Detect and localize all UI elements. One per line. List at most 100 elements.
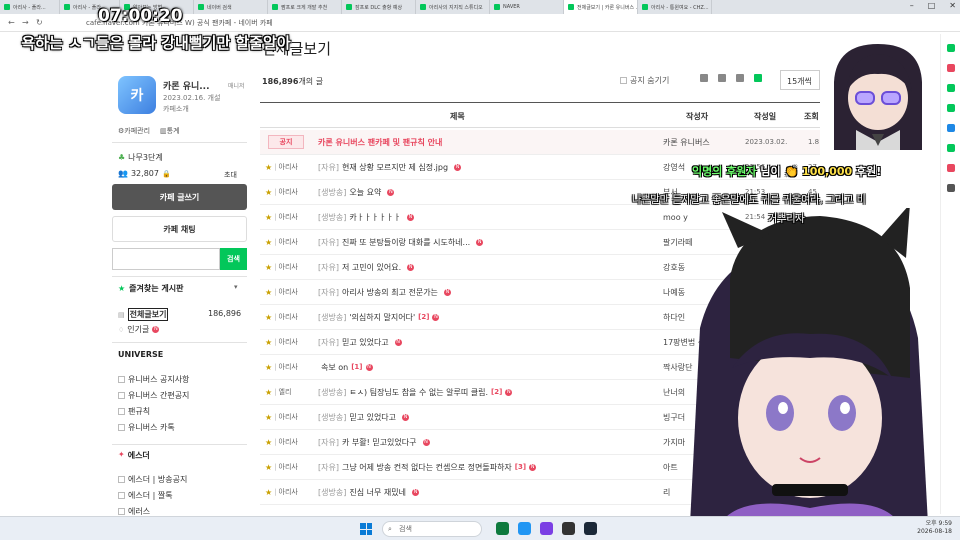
star-icon[interactable]: ★ <box>265 163 272 172</box>
hide-notice-toggle[interactable]: 공지 숨기기 <box>620 75 669 86</box>
star-icon[interactable]: ★ <box>265 488 272 497</box>
star-icon[interactable]: ★ <box>265 463 272 472</box>
app-icon[interactable] <box>947 124 955 132</box>
list-view-icon[interactable] <box>754 74 762 82</box>
windows-start-icon[interactable] <box>360 523 372 535</box>
app-icon[interactable] <box>947 144 955 152</box>
post-subject[interactable]: 속보 on [1] N <box>318 362 373 373</box>
post-subject[interactable]: [자유] 저 고민이 있어요. N <box>318 262 415 273</box>
post-subject[interactable]: [생방송] 진심 너무 재밌네 N <box>318 487 419 498</box>
column-views: 조회 <box>804 112 819 121</box>
app-icon[interactable] <box>947 44 955 52</box>
app-icon[interactable] <box>947 104 955 112</box>
browser-tab[interactable]: 짬프로 크게 개발 추천 <box>268 0 342 14</box>
cafe-manage-label: 카페관리 <box>124 127 151 135</box>
card-view-icon[interactable] <box>700 74 708 82</box>
star-icon[interactable]: ★ <box>265 238 272 247</box>
album-view-icon[interactable] <box>718 74 726 82</box>
minimize-icon[interactable]: – <box>910 1 914 10</box>
cafe-manage-link[interactable]: ⚙카페관리 <box>118 126 150 136</box>
stats-link[interactable]: ▥통계 <box>160 126 180 136</box>
member-count[interactable]: 👥 32,807 🔒 <box>118 169 171 178</box>
grid-view-icon[interactable] <box>736 74 744 82</box>
cafe-search-button[interactable]: 검색 <box>220 248 247 270</box>
maximize-icon[interactable]: □ <box>928 1 936 10</box>
app-icon[interactable] <box>947 84 955 92</box>
new-badge-icon: N <box>432 313 440 321</box>
taskbar-app-icon[interactable] <box>562 522 575 535</box>
post-subject[interactable]: [생방송] 믿고 있었다고 N <box>318 412 410 423</box>
post-head-prefix: [자유] <box>318 462 339 472</box>
favorites-header[interactable]: ★ 즐겨찾는 게시판 <box>118 283 183 294</box>
write-post-button[interactable]: 카페 글쓰기 <box>112 184 247 210</box>
sidebar-menu-item[interactable]: 에스더 | 방송공지 <box>118 474 187 485</box>
comment-count[interactable]: [1] <box>351 363 362 371</box>
post-subject[interactable]: [생방송] ㅌㅅ) 팀장님도 참을 수 없는 알루띠 클립. [2] N <box>318 387 513 398</box>
post-subject[interactable]: [자유] 아리사 방송의 최고 전문가는 N <box>318 287 451 298</box>
comment-count[interactable]: [3] <box>515 463 526 471</box>
app-icon[interactable] <box>947 164 955 172</box>
star-icon[interactable]: ★ <box>265 363 272 372</box>
post-subject[interactable]: [자유] 믿고 있었다고 N <box>318 337 402 348</box>
forward-icon[interactable]: → <box>22 18 29 27</box>
post-subject[interactable]: [자유] 현재 상황 모르지만 제 심정.jpg N <box>318 162 462 173</box>
cafe-chat-button[interactable]: 카페 채팅 <box>112 216 247 242</box>
browser-tab[interactable]: NAVER <box>490 0 564 14</box>
browser-tab[interactable]: 아리사 - 플라... <box>0 0 60 14</box>
sidebar-menu-item[interactable]: 유니버스 카톡 <box>118 422 175 433</box>
comment-count[interactable]: [2] <box>418 313 429 321</box>
taskbar-app-icon[interactable] <box>540 522 553 535</box>
menu-popular[interactable]: ♢ 인기글 N <box>118 324 160 335</box>
invite-link[interactable]: 초대 <box>224 170 237 180</box>
post-head-prefix: [생방송] <box>318 412 347 422</box>
star-icon[interactable]: ★ <box>265 213 272 222</box>
post-subject[interactable]: [생방송] '의심하지 말지어다' [2] N <box>318 312 440 323</box>
post-author[interactable]: 강영석 <box>663 162 685 173</box>
star-icon[interactable]: ★ <box>265 263 272 272</box>
sidebar-menu-item[interactable]: 유니버스 간편공지 <box>118 390 189 401</box>
browser-tab[interactable]: 네이버 검색 <box>194 0 268 14</box>
cafe-search-input[interactable] <box>112 248 220 270</box>
post-subject[interactable]: [생방송] 카ㅏㅏㅏㅏㅏㅏ N <box>318 212 414 223</box>
sidebar-menu-item[interactable]: 유니버스 공지사항 <box>118 374 189 385</box>
star-icon[interactable]: ★ <box>265 388 272 397</box>
post-subject[interactable]: [자유] 카 부활! 믿고있었다구 N <box>318 437 430 448</box>
notice-row[interactable]: 공지 카론 유니버스 팬카페 및 팬규칙 안내 카론 유니버스 2023.03.… <box>260 130 820 155</box>
comment-count[interactable]: [2] <box>491 388 502 396</box>
per-page-select[interactable]: 15개씩 <box>780 70 820 90</box>
back-icon[interactable]: ← <box>8 18 15 27</box>
star-icon[interactable]: ★ <box>265 188 272 197</box>
steam-icon[interactable] <box>584 522 597 535</box>
post-board-name: ★ | 아리사 <box>265 437 298 447</box>
sidebar-menu-item[interactable]: 팬규칙 <box>118 406 150 417</box>
menu-all-posts[interactable]: ▤ 전체글보기 <box>118 308 169 321</box>
reload-icon[interactable]: ↻ <box>36 18 43 27</box>
cafe-logo[interactable]: 카 <box>118 76 156 114</box>
post-board-label: 아리사 <box>278 488 298 496</box>
chevron-down-icon[interactable]: ▾ <box>234 283 238 291</box>
browser-tab[interactable]: 아리사의 지지직 스튜디오 <box>416 0 490 14</box>
post-subject[interactable]: [생방송] 오늘 요약 N <box>318 187 395 198</box>
star-icon[interactable]: ★ <box>265 438 272 447</box>
star-icon[interactable]: ★ <box>265 313 272 322</box>
notice-subject[interactable]: 카론 유니버스 팬카페 및 팬규칙 안내 <box>318 137 442 148</box>
taskbar-app-icon[interactable] <box>496 522 509 535</box>
star-icon[interactable]: ★ <box>265 338 272 347</box>
post-subject[interactable]: [자유] 그냥 어제 방송 컨적 없다는 컨셉으로 정면돌파하자 [3] N <box>318 462 537 473</box>
cafe-name[interactable]: 카론 유니... <box>163 79 210 92</box>
app-icon[interactable] <box>947 64 955 72</box>
notice-author[interactable]: 카론 유니버스 <box>663 137 710 148</box>
edge-browser-icon[interactable] <box>518 522 531 535</box>
browser-tab[interactable]: 전체글보기 | 카론 유니버스 ... <box>564 0 638 14</box>
app-icon[interactable] <box>947 184 955 192</box>
post-subject[interactable]: [자유] 진짜 또 분탕들이랑 대화를 시도하네... N <box>318 237 484 248</box>
browser-tab[interactable]: 잠프로 DLC 출항 예상 <box>342 0 416 14</box>
sidebar-menu-item[interactable]: 에스더 | 짤톡 <box>118 490 173 501</box>
system-tray-clock[interactable]: 오후 9:59 2026-08-18 <box>917 520 952 536</box>
browser-tab[interactable]: 아리사 - 통윈여요 - CHZ... <box>638 0 712 14</box>
star-icon[interactable]: ★ <box>265 413 272 422</box>
close-icon[interactable]: ✕ <box>949 1 956 10</box>
cafe-intro-link[interactable]: 카페소개 <box>163 104 189 114</box>
taskbar-search[interactable]: ⌕ 검색 <box>382 521 482 537</box>
star-icon[interactable]: ★ <box>265 288 272 297</box>
